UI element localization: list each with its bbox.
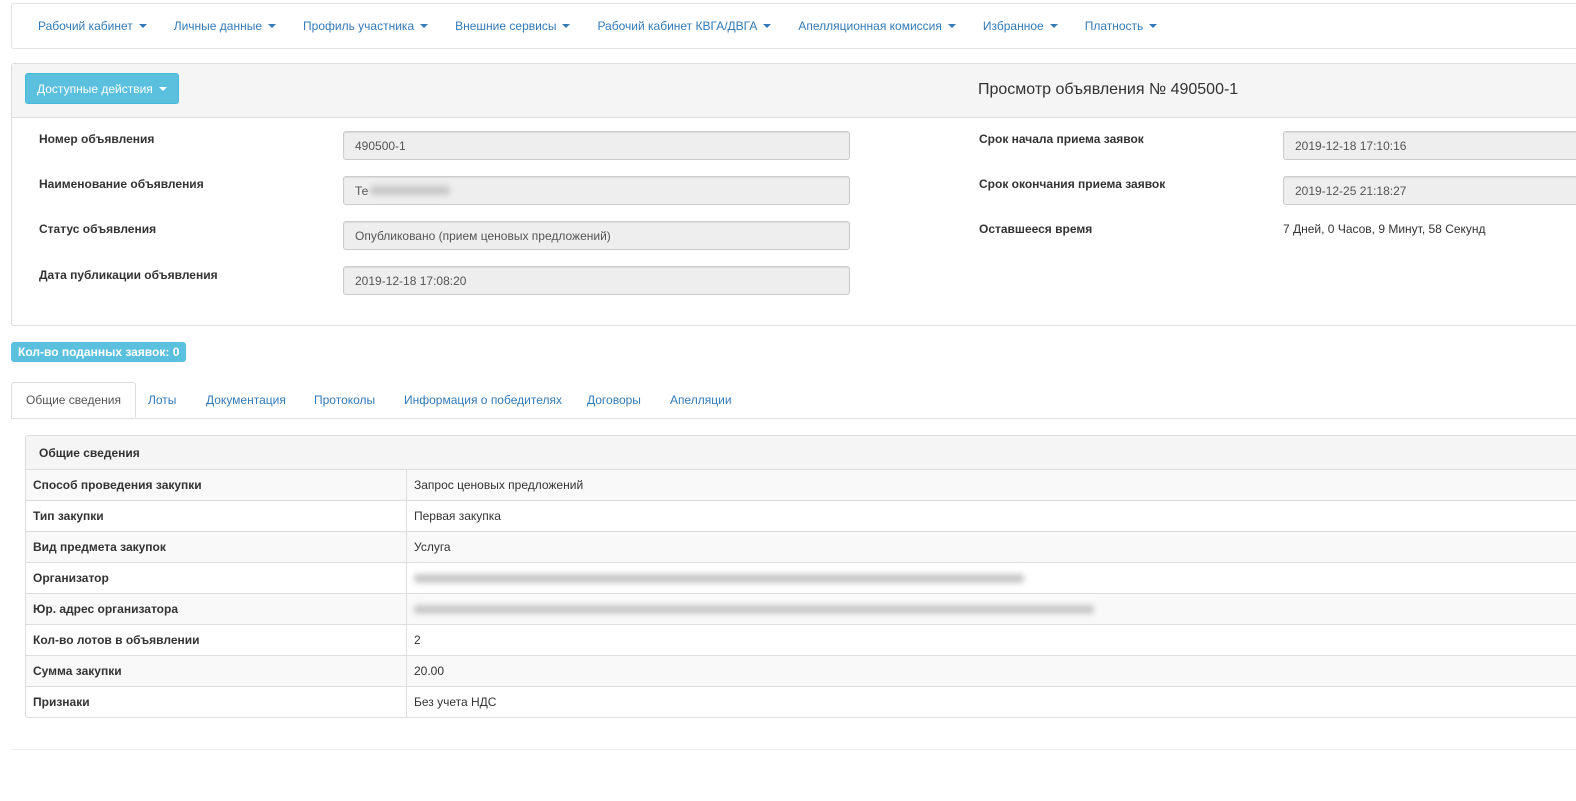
table-row: Способ проведения закупки Запрос ценовых … [26,470,1576,501]
redacted-blur [414,605,1094,615]
nav-item-participant-profile[interactable]: Профиль участника [303,19,429,33]
general-info-heading: Общие сведения [26,436,1576,470]
publication-date-field[interactable]: 2019-12-18 17:08:20 [343,266,850,295]
start-date-label: Срок начала приема заявок [979,132,1144,146]
nav-item-label: Профиль участника [303,19,415,33]
row-value-redacted [406,562,1576,594]
nav-menu: Рабочий кабинет Личные данные Профиль уч… [12,4,1184,48]
table-row: Юр. адрес организатора [26,593,1576,625]
table-row: Организатор [26,562,1576,594]
divider [11,749,1576,750]
row-key: Тип закупки [26,500,407,532]
caret-down-icon [420,24,429,28]
row-key: Кол-во лотов в объявлении [26,624,407,656]
row-value: Без учета НДС [406,686,1576,717]
tab-winners-info[interactable]: Информация о победителях [404,382,562,418]
start-date-field[interactable]: 2019-12-18 17:10:16 [1283,131,1576,160]
caret-down-icon [1149,24,1158,28]
row-value: Запрос ценовых предложений [406,470,1576,501]
nav-item-label: Апелляционная комиссия [798,19,942,33]
tab-protocols[interactable]: Протоколы [314,382,375,418]
tab-contracts[interactable]: Договоры [587,382,641,418]
row-value: 20.00 [406,655,1576,687]
available-actions-button[interactable]: Доступные действия [25,73,179,104]
nav-item-kvga-workspace[interactable]: Рабочий кабинет КВГА/ДВГА [597,19,772,33]
name-value: Те [355,183,369,198]
table-row: Вид предмета закупок Услуга [26,531,1576,563]
caret-down-icon [1049,24,1058,28]
nav-item-appeal-commission[interactable]: Апелляционная комиссия [798,19,956,33]
status-label: Статус объявления [39,222,157,236]
tab-general-info[interactable]: Общие сведения [11,382,136,418]
general-info-table: Способ проведения закупки Запрос ценовых … [26,470,1576,717]
caret-down-icon [763,24,772,28]
number-label: Номер объявления [39,132,155,146]
number-field[interactable]: 490500-1 [343,131,850,160]
nav-item-favorites[interactable]: Избранное [983,19,1058,33]
row-value: Первая закупка [406,500,1576,532]
redacted-blur [414,574,1024,584]
name-field[interactable]: Те [343,176,850,205]
panel-heading: Доступные действия Просмотр объявления №… [12,64,1576,118]
available-actions-label: Доступные действия [37,81,153,96]
row-value-redacted [406,593,1576,625]
applications-count-badge: Кол-во поданных заявок: 0 [11,342,187,362]
tab-appeals[interactable]: Апелляции [670,382,732,418]
tab-lots[interactable]: Лоты [148,382,176,418]
caret-down-icon [562,24,571,28]
nav-item-label: Рабочий кабинет КВГА/ДВГА [597,19,758,33]
name-label: Наименование объявления [39,177,204,191]
caret-down-icon [138,24,147,28]
row-key: Юр. адрес организатора [26,593,407,625]
caret-down-icon [268,24,277,28]
tab-documentation[interactable]: Документация [206,382,286,418]
general-info-panel: Общие сведения Способ проведения закупки… [25,435,1576,718]
status-field[interactable]: Опубликовано (прием ценовых предложений) [343,221,850,250]
row-key: Организатор [26,562,407,594]
row-key: Сумма закупки [26,655,407,687]
nav-item-paid-services[interactable]: Платность [1085,19,1158,33]
remaining-time-label: Оставшееся время [979,222,1093,236]
row-value: Услуга [406,531,1576,563]
caret-down-icon [947,24,956,28]
nav-item-label: Рабочий кабинет [38,19,133,33]
tabs-bar: Общие сведения Лоты Документация Протоко… [11,382,1576,419]
nav-item-label: Внешние сервисы [455,19,557,33]
end-date-label: Срок окончания приема заявок [979,177,1166,191]
table-row: Тип закупки Первая закупка [26,500,1576,532]
announcement-panel: Доступные действия Просмотр объявления №… [11,63,1576,326]
publication-date-label: Дата публикации объявления [39,268,218,282]
remaining-time-value: 7 Дней, 0 Часов, 9 Минут, 58 Секунд [1283,222,1486,236]
row-key: Способ проведения закупки [26,470,407,501]
page-title: Просмотр объявления № 490500-1 [978,81,1239,98]
nav-item-label: Избранное [982,19,1044,33]
row-key: Вид предмета закупок [26,531,407,563]
table-row: Сумма закупки 20.00 [26,655,1576,687]
nav-item-external-services[interactable]: Внешние сервисы [455,19,571,33]
table-row: Признаки Без учета НДС [26,686,1576,717]
row-value: 2 [406,624,1576,656]
nav-item-personal-data[interactable]: Личные данные [173,19,277,33]
nav-item-label: Личные данные [173,19,263,33]
end-date-field[interactable]: 2019-12-25 21:18:27 [1283,176,1576,205]
table-row: Кол-во лотов в объявлении 2 [26,624,1576,656]
top-navbar: Рабочий кабинет Личные данные Профиль уч… [11,3,1576,49]
redacted-blur [370,186,451,195]
row-key: Признаки [26,686,407,717]
nav-item-workspace[interactable]: Рабочий кабинет [38,19,147,33]
nav-item-label: Платность [1084,19,1144,33]
caret-down-icon [158,86,167,91]
